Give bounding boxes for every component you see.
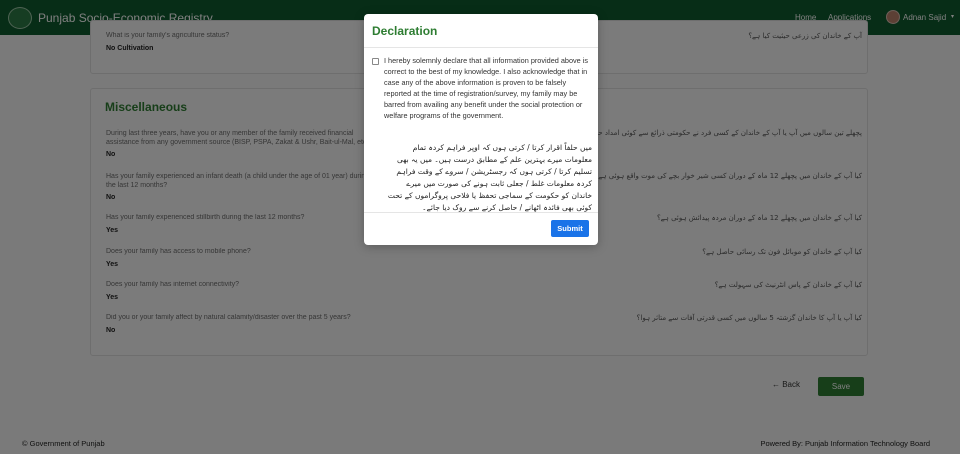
modal-divider [364, 47, 598, 48]
modal-footer-divider [364, 212, 598, 213]
declaration-modal: Declaration I hereby solemnly declare th… [364, 14, 598, 245]
submit-button[interactable]: Submit [551, 220, 589, 237]
declaration-urdu-text: میں حلفاً اقرار کرتا / کرتی ہوں کہ اوپر … [387, 143, 592, 212]
declaration-checkbox[interactable] [372, 58, 379, 65]
modal-title: Declaration [372, 24, 438, 38]
declaration-text: I hereby solemnly declare that all infor… [384, 56, 589, 120]
